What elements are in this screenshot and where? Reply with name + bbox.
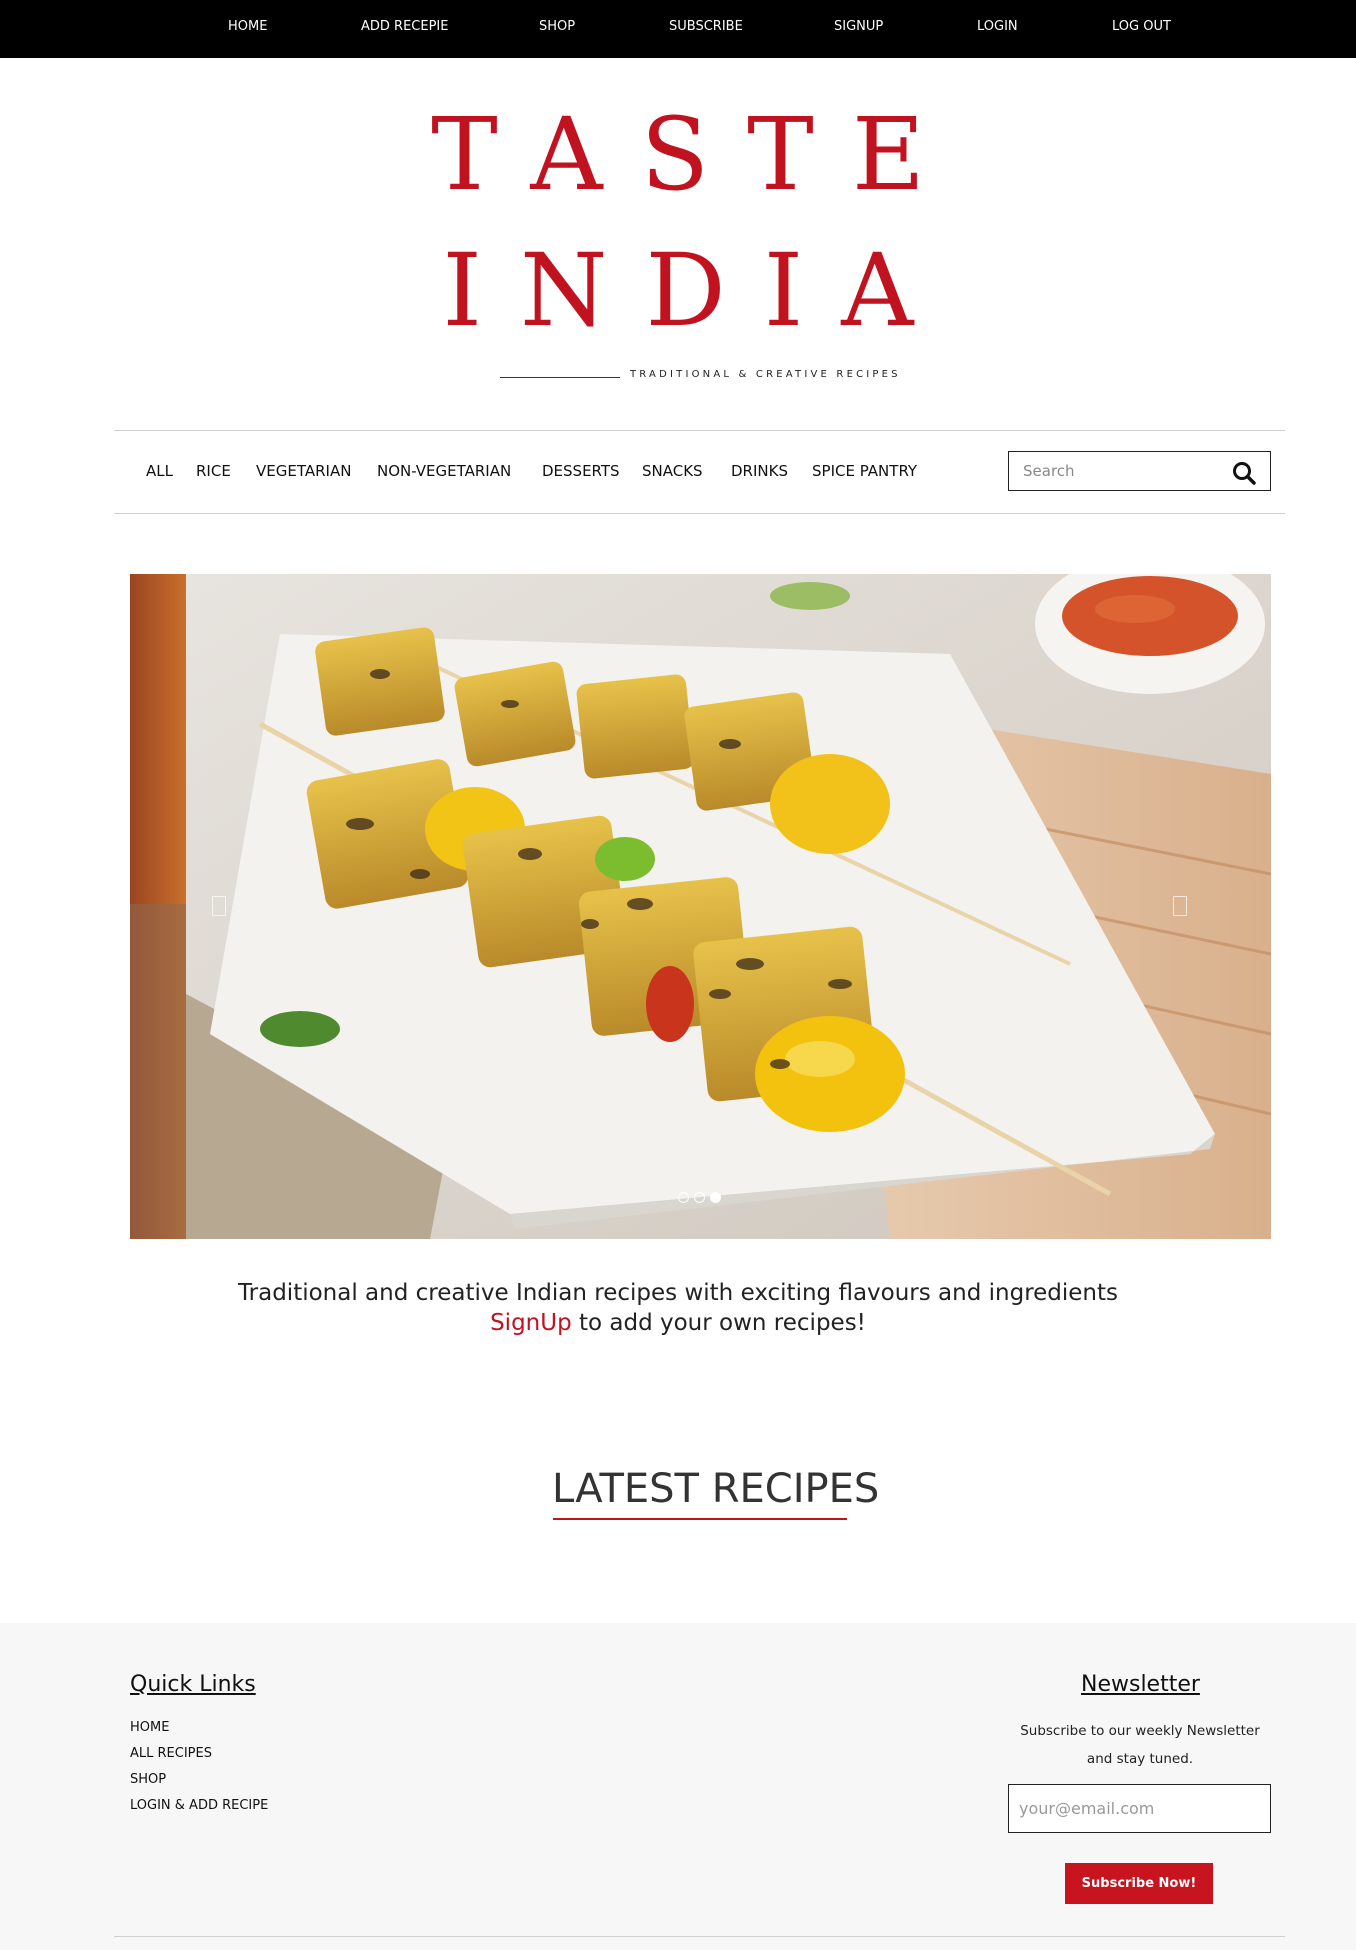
search-box xyxy=(1008,451,1271,491)
tagline-rule xyxy=(500,377,620,378)
intro-line-2-text: to add your own recipes! xyxy=(571,1310,866,1336)
category-rice[interactable]: RICE xyxy=(196,462,231,480)
latest-recipes-underline xyxy=(553,1518,847,1520)
slider-dot-3[interactable] xyxy=(710,1192,721,1203)
nav-home[interactable]: HOME xyxy=(228,19,267,34)
nav-shop[interactable]: SHOP xyxy=(539,19,575,34)
search-input[interactable] xyxy=(1009,452,1219,490)
category-snacks[interactable]: SNACKS xyxy=(642,462,703,480)
newsletter-email-box xyxy=(1008,1784,1271,1833)
intro-line-1: Traditional and creative Indian recipes … xyxy=(237,1280,1119,1306)
brand-tagline: TRADITIONAL & CREATIVE RECIPES xyxy=(630,369,901,380)
newsletter-title: Newsletter xyxy=(1081,1672,1200,1697)
top-navigation: HOME ADD RECEPIE SHOP SUBSCRIBE SIGNUP L… xyxy=(0,0,1356,58)
nav-login[interactable]: LOGIN xyxy=(977,19,1018,34)
quick-link-shop[interactable]: SHOP xyxy=(130,1772,166,1787)
category-bar-bottom-divider xyxy=(114,513,1285,514)
category-spice-pantry[interactable]: SPICE PANTRY xyxy=(812,462,917,480)
nav-signup[interactable]: SIGNUP xyxy=(834,19,883,34)
category-bar-top-divider xyxy=(114,430,1285,431)
search-icon[interactable] xyxy=(1231,460,1257,486)
quick-link-all-recipes[interactable]: ALL RECIPES xyxy=(130,1746,212,1761)
subscribe-button[interactable]: Subscribe Now! xyxy=(1065,1863,1213,1904)
slider-dot-1[interactable] xyxy=(678,1192,689,1203)
latest-recipes-heading: LATEST RECIPES xyxy=(552,1466,880,1512)
category-drinks[interactable]: DRINKS xyxy=(731,462,788,480)
brand-logo-line1: TASTE xyxy=(431,96,963,213)
nav-subscribe[interactable]: SUBSCRIBE xyxy=(669,19,743,34)
category-all[interactable]: ALL xyxy=(146,462,173,480)
quick-links-title: Quick Links xyxy=(130,1672,256,1697)
category-non-vegetarian[interactable]: NON-VEGETARIAN xyxy=(377,462,511,480)
footer-divider xyxy=(114,1936,1285,1937)
brand-logo-line2: INDIA xyxy=(442,232,952,349)
newsletter-text-2: and stay tuned. xyxy=(1086,1751,1194,1767)
signup-link[interactable]: SignUp xyxy=(490,1310,572,1336)
hero-slider[interactable] xyxy=(130,574,1271,1239)
intro-line-2: SignUp to add your own recipes! xyxy=(0,1310,1356,1336)
newsletter-email-input[interactable] xyxy=(1009,1785,1270,1832)
quick-link-login-add-recipe[interactable]: LOGIN & ADD RECIPE xyxy=(130,1798,268,1813)
category-vegetarian[interactable]: VEGETARIAN xyxy=(256,462,351,480)
slider-pagination xyxy=(678,1192,721,1203)
hero-image-paneer-tikka xyxy=(130,574,1271,1239)
slider-dot-2[interactable] xyxy=(694,1192,705,1203)
slider-prev-arrow-icon[interactable] xyxy=(212,896,226,916)
nav-logout[interactable]: LOG OUT xyxy=(1112,19,1171,34)
quick-link-home[interactable]: HOME xyxy=(130,1720,169,1735)
nav-add-recipe[interactable]: ADD RECEPIE xyxy=(361,19,448,34)
newsletter-text-1: Subscribe to our weekly Newsletter xyxy=(1020,1723,1260,1739)
category-desserts[interactable]: DESSERTS xyxy=(542,462,620,480)
slider-next-arrow-icon[interactable] xyxy=(1173,896,1187,916)
